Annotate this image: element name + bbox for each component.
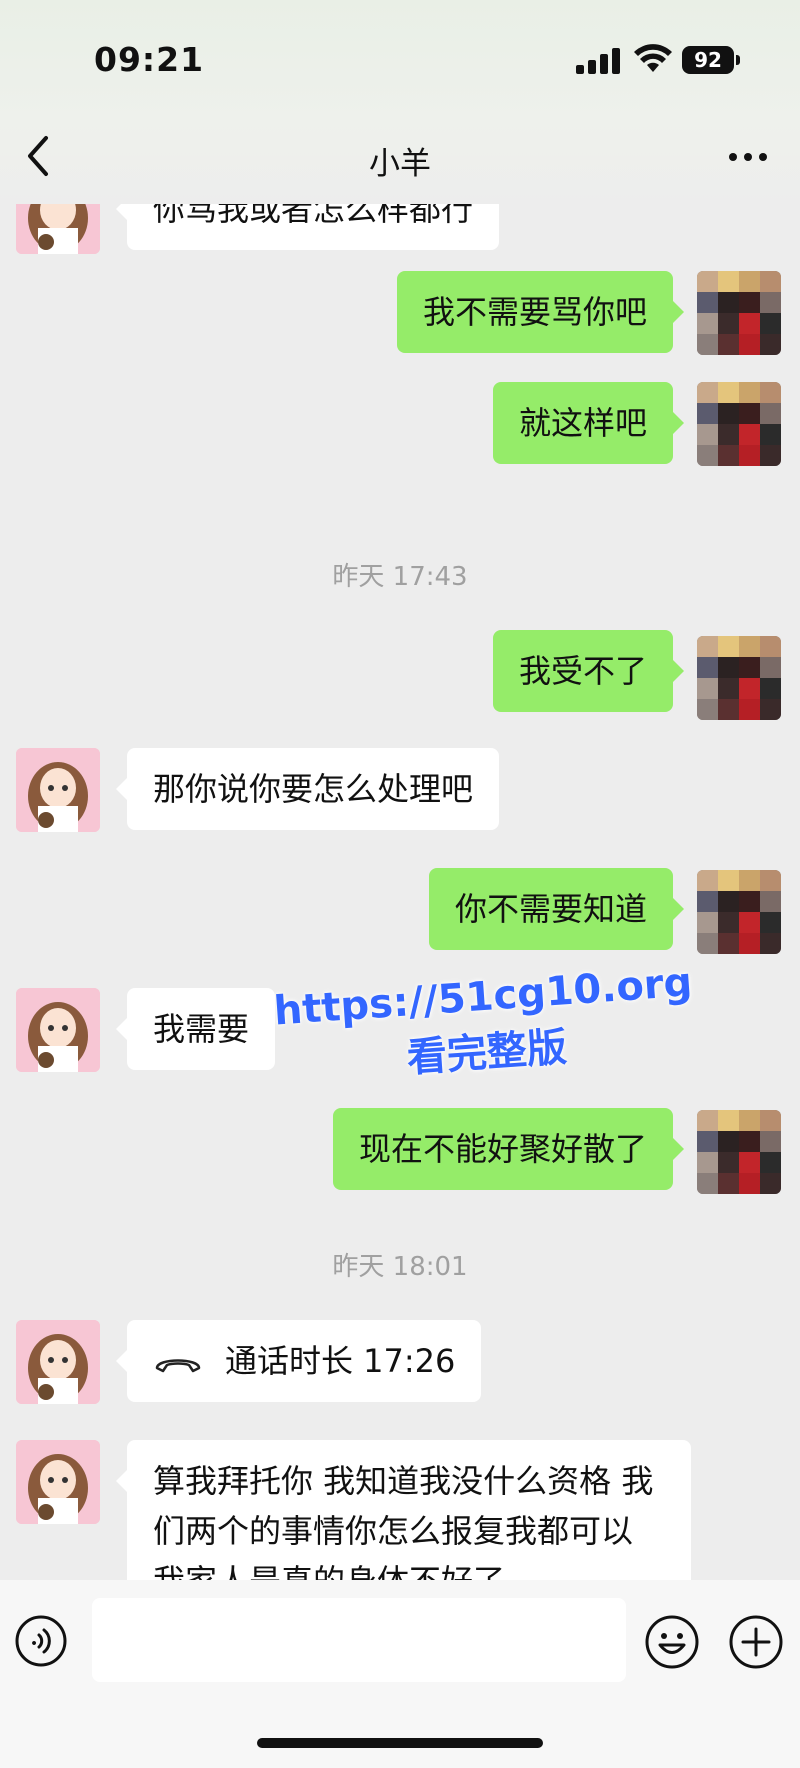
self-avatar[interactable]	[697, 636, 781, 720]
sent-message[interactable]: 现在不能好聚好散了	[332, 1108, 685, 1190]
status-time: 09:21	[94, 40, 205, 79]
contact-avatar[interactable]	[16, 748, 100, 832]
call-duration: 通话时长 17:26	[225, 1342, 456, 1380]
sent-message[interactable]: 就这样吧	[492, 382, 685, 464]
more-icon[interactable]	[726, 142, 770, 172]
received-message[interactable]: 我需要	[115, 988, 276, 1070]
cellular-signal-icon	[576, 48, 620, 74]
input-bar	[0, 1580, 800, 1768]
message-list[interactable]: 你骂我或者怎么样都行 我不需要骂你吧 就这样吧 昨天 17:43 我受不了 那你…	[0, 204, 800, 1580]
received-message[interactable]: 算我拜托你 我知道我没什么资格 我们两个的事情你怎么报复我都可以 我家人是真的身…	[116, 1440, 691, 1580]
emoji-icon[interactable]	[644, 1614, 700, 1670]
battery-indicator: 92	[682, 46, 740, 74]
received-message[interactable]: 那你说你要怎么处理吧	[115, 748, 500, 830]
call-record-message[interactable]: 通话时长 17:26	[115, 1320, 482, 1402]
home-indicator	[257, 1738, 543, 1748]
message-input[interactable]	[92, 1598, 626, 1682]
self-avatar[interactable]	[697, 382, 781, 466]
timestamp: 昨天 18:01	[332, 1252, 468, 1282]
contact-avatar[interactable]	[16, 204, 100, 254]
wifi-icon	[634, 44, 672, 72]
self-avatar[interactable]	[697, 1110, 781, 1194]
watermark: https://51cg10.org 看完整版	[267, 959, 703, 1093]
chat-title: 小羊	[369, 146, 431, 182]
self-avatar[interactable]	[697, 870, 781, 954]
self-avatar[interactable]	[697, 271, 781, 355]
phone-icon	[155, 1359, 201, 1373]
contact-avatar[interactable]	[16, 988, 100, 1072]
plus-icon[interactable]	[728, 1614, 784, 1670]
contact-avatar[interactable]	[16, 1440, 100, 1524]
voice-icon[interactable]	[14, 1614, 68, 1668]
sent-message[interactable]: 你不需要知道	[428, 868, 685, 950]
timestamp: 昨天 17:43	[332, 562, 468, 592]
top-bar: 09:21 92 小羊	[0, 0, 800, 204]
received-message[interactable]: 你骂我或者怎么样都行	[115, 204, 500, 250]
sent-message[interactable]: 我不需要骂你吧	[396, 271, 685, 353]
status-bar: 09:21 92	[0, 36, 800, 86]
contact-avatar[interactable]	[16, 1320, 100, 1404]
sent-message[interactable]: 我受不了	[492, 630, 685, 712]
